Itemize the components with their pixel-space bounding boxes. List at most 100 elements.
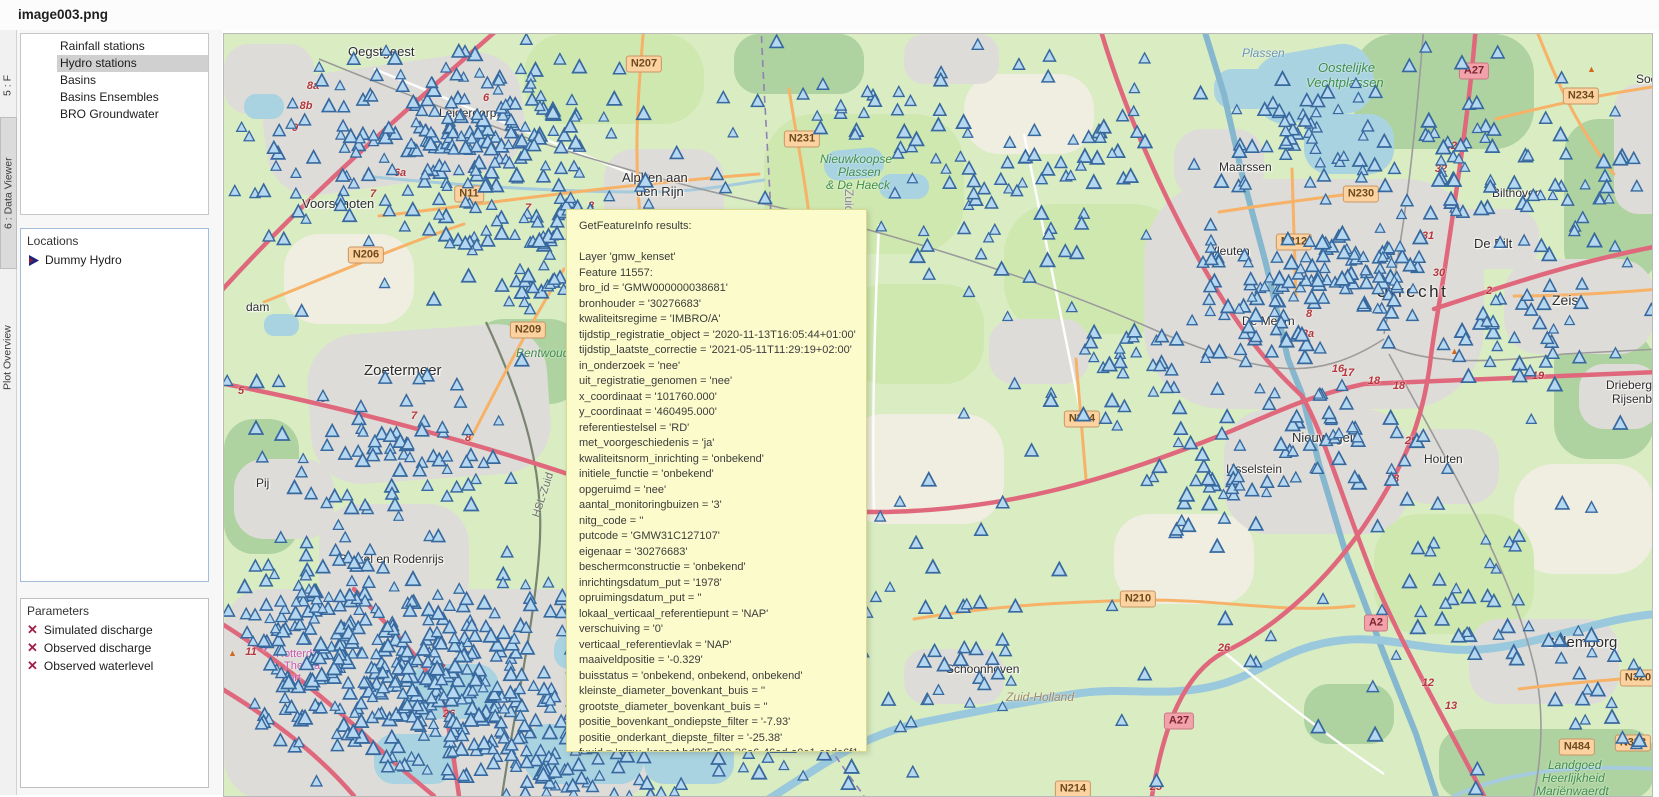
well-marker[interactable] [1190, 475, 1201, 486]
well-marker[interactable] [1023, 271, 1035, 282]
well-marker[interactable] [1580, 715, 1590, 724]
well-marker[interactable] [442, 451, 453, 461]
layer-item-basins[interactable]: Basins [57, 72, 208, 89]
well-marker[interactable] [1044, 50, 1056, 61]
well-marker[interactable] [1371, 520, 1383, 532]
well-marker[interactable] [495, 226, 509, 239]
well-marker[interactable] [299, 114, 311, 125]
side-tab-5[interactable]: 5 : F [0, 60, 15, 110]
well-marker[interactable] [271, 161, 281, 170]
well-marker[interactable] [751, 95, 764, 107]
well-marker[interactable] [995, 173, 1007, 184]
well-marker[interactable] [510, 168, 524, 181]
well-marker[interactable] [996, 633, 1008, 644]
well-marker[interactable] [1138, 668, 1151, 680]
well-marker[interactable] [712, 751, 726, 764]
well-marker[interactable] [1170, 332, 1183, 345]
well-marker[interactable] [264, 658, 277, 670]
well-marker[interactable] [573, 60, 587, 73]
well-marker[interactable] [1004, 184, 1013, 193]
well-marker[interactable] [291, 168, 301, 177]
well-marker[interactable] [644, 199, 654, 208]
well-marker[interactable] [464, 498, 478, 511]
layer-item-basins-ensembles[interactable]: Basins Ensembles [57, 89, 208, 106]
well-marker[interactable] [1318, 169, 1331, 181]
well-marker[interactable] [871, 592, 881, 602]
well-marker[interactable] [277, 232, 290, 244]
well-marker[interactable] [1367, 681, 1378, 692]
well-marker[interactable] [1613, 416, 1627, 429]
well-marker[interactable] [432, 627, 443, 637]
well-marker[interactable] [397, 80, 409, 92]
well-marker[interactable] [535, 745, 546, 756]
well-marker[interactable] [439, 227, 453, 240]
well-marker[interactable] [963, 162, 976, 174]
well-marker[interactable] [1087, 175, 1101, 188]
well-marker[interactable] [963, 128, 973, 137]
well-marker[interactable] [296, 305, 308, 316]
well-marker[interactable] [1298, 350, 1312, 363]
well-marker[interactable] [1424, 206, 1437, 218]
well-marker[interactable] [985, 197, 997, 208]
well-marker[interactable] [1549, 324, 1558, 333]
well-marker[interactable] [1249, 517, 1263, 530]
well-marker[interactable] [521, 776, 533, 788]
well-marker[interactable] [1576, 278, 1588, 289]
well-marker[interactable] [1604, 194, 1614, 203]
well-marker[interactable] [492, 682, 503, 692]
map-viewport[interactable]: OegstgeestLeiderdorpVoorschotenAlphen aa… [223, 33, 1653, 797]
well-marker[interactable] [389, 582, 398, 591]
well-marker[interactable] [1040, 253, 1054, 266]
well-marker[interactable] [1413, 230, 1427, 243]
well-marker[interactable] [1291, 472, 1301, 482]
well-marker[interactable] [1319, 263, 1329, 273]
well-marker[interactable] [895, 721, 906, 732]
well-marker[interactable] [1076, 408, 1090, 421]
well-marker[interactable] [400, 395, 412, 406]
well-marker[interactable] [1395, 241, 1405, 251]
well-marker[interactable] [1184, 436, 1197, 448]
well-marker[interactable] [1403, 575, 1417, 588]
well-marker[interactable] [475, 763, 488, 775]
well-marker[interactable] [432, 530, 445, 542]
well-marker[interactable] [1210, 539, 1224, 552]
well-marker[interactable] [1351, 78, 1361, 87]
well-marker[interactable] [1524, 621, 1534, 631]
well-marker[interactable] [347, 576, 357, 586]
well-marker[interactable] [1438, 338, 1450, 349]
well-marker[interactable] [1018, 178, 1028, 187]
well-marker[interactable] [1235, 344, 1247, 355]
well-marker[interactable] [1597, 154, 1611, 167]
well-marker[interactable] [482, 77, 493, 88]
well-marker[interactable] [1006, 676, 1016, 685]
well-marker[interactable] [1004, 137, 1015, 148]
well-marker[interactable] [1631, 181, 1642, 191]
well-marker[interactable] [385, 730, 398, 742]
well-marker[interactable] [1632, 733, 1646, 746]
well-marker[interactable] [1462, 590, 1476, 603]
well-marker[interactable] [954, 652, 968, 665]
well-marker[interactable] [257, 184, 270, 196]
well-marker[interactable] [1078, 149, 1092, 162]
location-item-dummy-hydro[interactable]: Dummy Hydro [21, 251, 208, 269]
well-marker[interactable] [1079, 208, 1090, 218]
well-marker[interactable] [923, 268, 934, 279]
well-marker[interactable] [1591, 683, 1605, 696]
well-marker[interactable] [1485, 356, 1496, 366]
well-marker[interactable] [1556, 72, 1568, 83]
well-marker[interactable] [1494, 237, 1505, 248]
well-marker[interactable] [418, 416, 430, 427]
well-marker[interactable] [1548, 377, 1562, 390]
well-marker[interactable] [1131, 126, 1143, 137]
well-marker[interactable] [752, 765, 766, 778]
well-marker[interactable] [333, 520, 343, 529]
well-marker[interactable] [1131, 347, 1141, 356]
well-marker[interactable] [1105, 394, 1119, 407]
well-marker[interactable] [1270, 307, 1280, 316]
well-marker[interactable] [501, 546, 512, 557]
well-marker[interactable] [300, 549, 312, 561]
well-marker[interactable] [959, 408, 970, 418]
well-marker[interactable] [1533, 317, 1546, 329]
well-marker[interactable] [1240, 356, 1252, 367]
well-marker[interactable] [1645, 304, 1652, 316]
